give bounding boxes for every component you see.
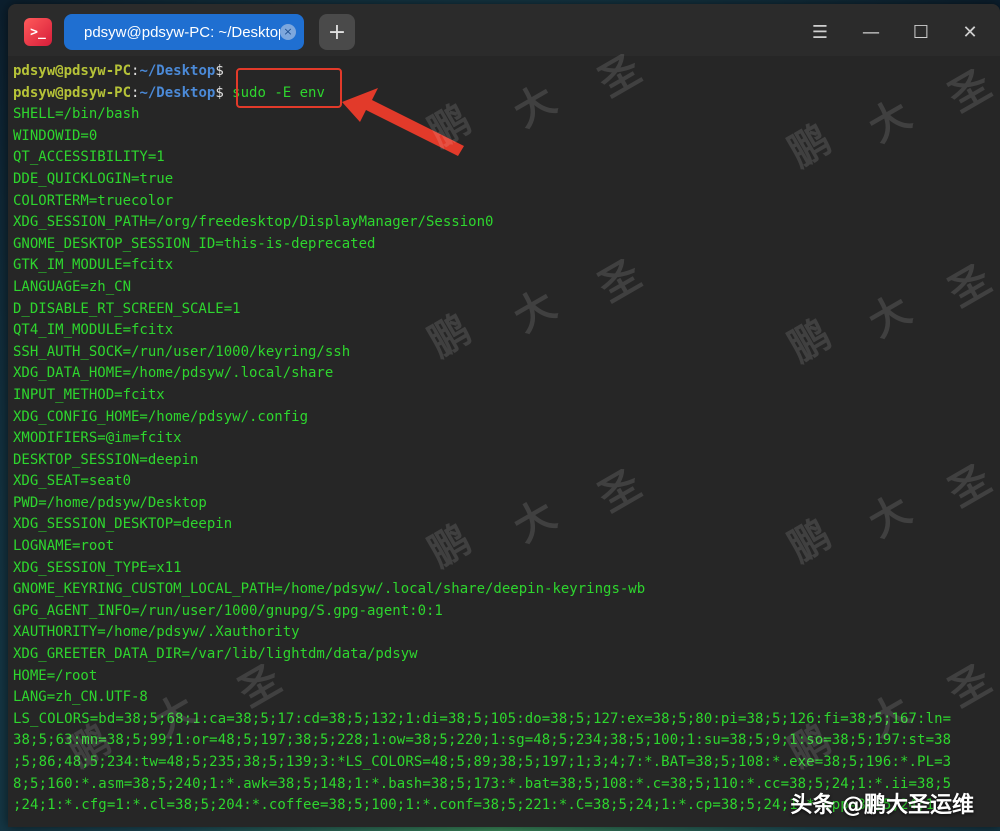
prompt-line: pdsyw@pdsyw-PC:~/Desktop$ — [13, 61, 1000, 83]
command-highlight-box — [236, 68, 342, 108]
prompt-symbol: $ — [215, 63, 224, 79]
env-line: WINDOWID=0 — [13, 127, 98, 144]
env-line: XDG_CONFIG_HOME=/home/pdsyw/.config — [13, 408, 309, 425]
prompt-path: ~/Desktop — [139, 63, 216, 79]
env-line: LANG=zh_CN.UTF-8 — [13, 689, 148, 706]
env-line: GNOME_KEYRING_CUSTOM_LOCAL_PATH=/home/pd… — [13, 581, 646, 598]
annotation-arrow-icon — [342, 88, 464, 156]
env-line: XDG_GREETER_DATA_DIR=/var/lib/lightdm/da… — [13, 646, 418, 663]
env-line: LOGNAME=root — [13, 538, 115, 555]
terminal-output[interactable]: pdsyw@pdsyw-PC:~/Desktop$ pdsyw@pdsyw-PC… — [8, 56, 1000, 827]
menu-icon[interactable]: ☰ — [806, 18, 834, 46]
env-line: PWD=/home/pdsyw/Desktop — [13, 494, 207, 511]
source-brand-label: 头条 @鹏大圣运维 — [790, 793, 974, 818]
env-line: GTK_IM_MODULE=fcitx — [13, 257, 174, 274]
new-tab-button[interactable]: + — [319, 14, 355, 50]
env-line: XDG_SESSION_DESKTOP=deepin — [13, 516, 233, 533]
env-line: DESKTOP_SESSION=deepin — [13, 451, 199, 468]
env-line: QT4_IM_MODULE=fcitx — [13, 322, 174, 339]
env-line: XDG_SESSION_TYPE=x11 — [13, 559, 182, 576]
env-line: DDE_QUICKLOGIN=true — [13, 170, 174, 187]
env-line: SHELL=/bin/bash — [13, 106, 140, 123]
titlebar: >_ pdsyw@pdsyw-PC: ~/Desktop × + ☰ — ☐ ✕ — [8, 4, 1000, 56]
prompt-path: ~/Desktop — [139, 84, 216, 101]
ls-colors-line: 38;5;63:mn=38;5;99;1:or=48;5;197;38;5;22… — [13, 732, 952, 749]
env-line: GPG_AGENT_INFO=/run/user/1000/gnupg/S.gp… — [13, 602, 443, 619]
tab-label: pdsyw@pdsyw-PC: ~/Desktop — [84, 23, 280, 41]
prompt-symbol: $ — [215, 84, 224, 101]
minimize-icon[interactable]: — — [857, 18, 885, 46]
env-line: QT_ACCESSIBILITY=1 — [13, 149, 165, 166]
env-line: XDG_SEAT=seat0 — [13, 473, 132, 490]
terminal-app-icon: >_ — [24, 18, 52, 46]
prompt-user-host: pdsyw@pdsyw-PC — [13, 63, 132, 79]
prompt-user-host: pdsyw@pdsyw-PC — [13, 84, 132, 101]
env-line: XDG_SESSION_PATH=/org/freedesktop/Displa… — [13, 214, 494, 231]
tab-desktop[interactable]: pdsyw@pdsyw-PC: ~/Desktop × — [64, 14, 304, 50]
tab-close-icon[interactable]: × — [280, 24, 296, 40]
env-line: D_DISABLE_RT_SCREEN_SCALE=1 — [13, 300, 241, 317]
ls-colors-line: LS_COLORS=bd=38;5;68;1:ca=38;5;17:cd=38;… — [13, 710, 952, 727]
terminal-window: >_ pdsyw@pdsyw-PC: ~/Desktop × + ☰ — ☐ ✕… — [8, 4, 1000, 827]
env-line: XMODIFIERS=@im=fcitx — [13, 430, 182, 447]
prompt-line-command: pdsyw@pdsyw-PC:~/Desktop$ sudo -E env — [13, 83, 1000, 105]
env-line: COLORTERM=truecolor — [13, 192, 174, 209]
env-line: INPUT_METHOD=fcitx — [13, 386, 165, 403]
env-line: XDG_DATA_HOME=/home/pdsyw/.local/share — [13, 365, 334, 382]
env-line: LANGUAGE=zh_CN — [13, 278, 132, 295]
ls-colors-line: ;5;86;48;5;234:tw=48;5;235;38;5;139;3:*L… — [13, 754, 952, 770]
env-line: XAUTHORITY=/home/pdsyw/.Xauthority — [13, 624, 300, 641]
env-line: HOME=/root — [13, 667, 98, 684]
maximize-icon[interactable]: ☐ — [907, 18, 935, 46]
close-icon[interactable]: ✕ — [956, 18, 984, 46]
env-line: GNOME_DESKTOP_SESSION_ID=this-is-depreca… — [13, 235, 376, 252]
env-line: SSH_AUTH_SOCK=/run/user/1000/keyring/ssh — [13, 343, 351, 360]
